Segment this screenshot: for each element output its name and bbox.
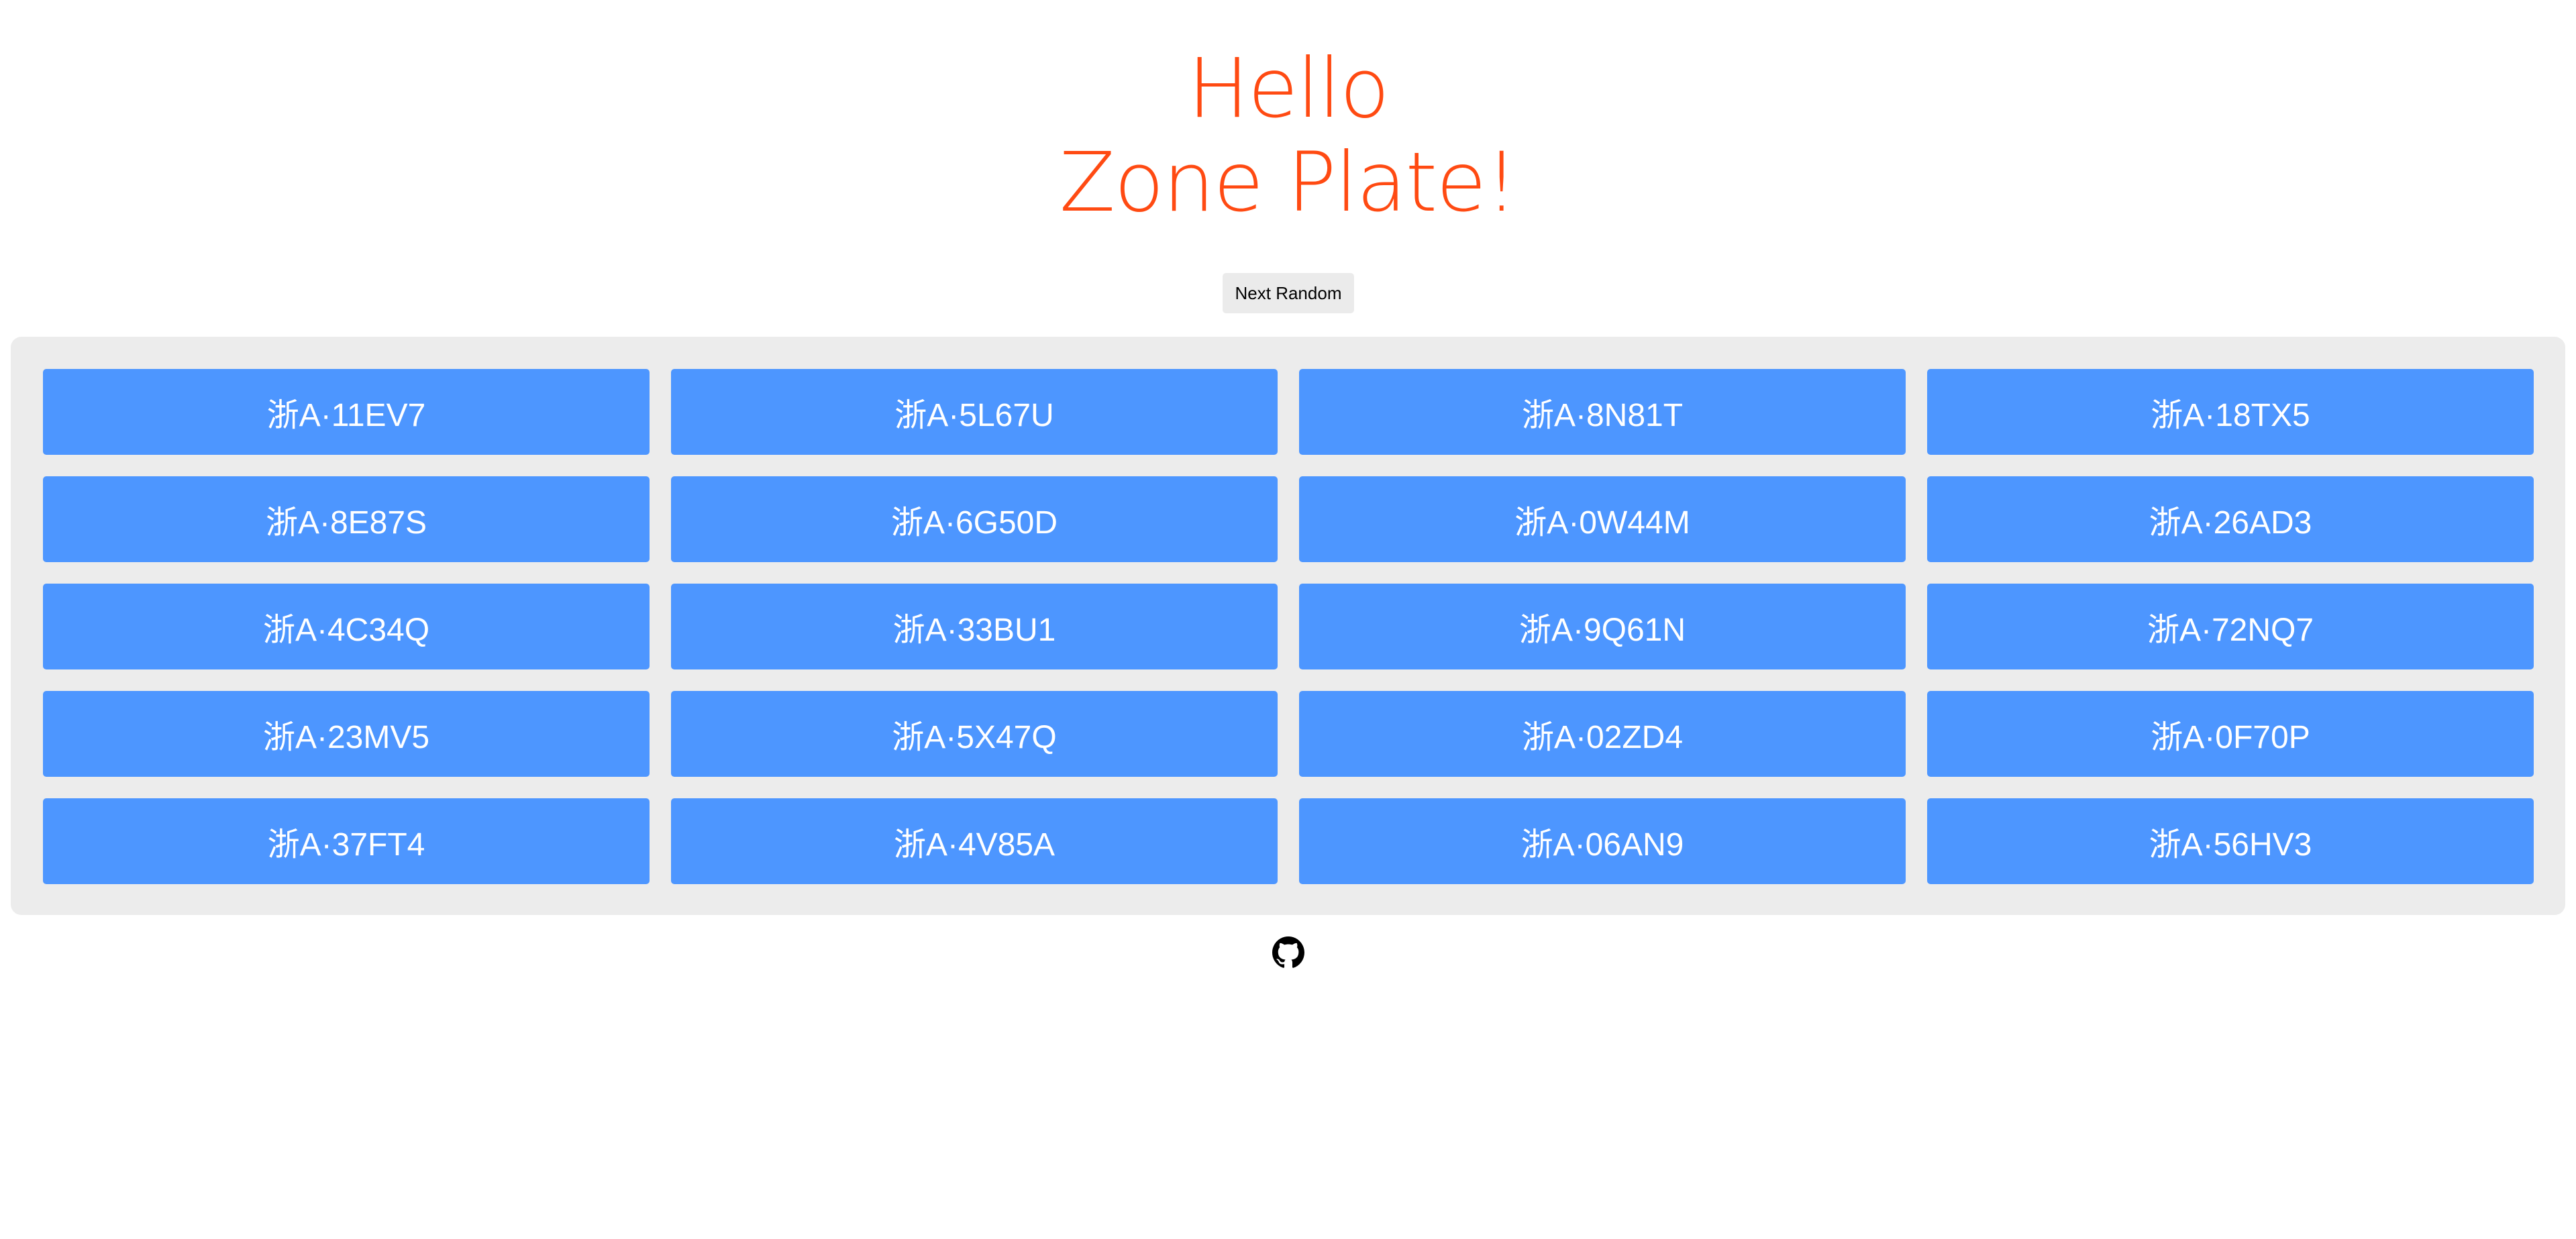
plates-grid: 浙A·11EV7 浙A·5L67U 浙A·8N81T 浙A·18TX5 浙A·8E87S… [43, 369, 2534, 884]
plate-tile[interactable]: 浙A·4V85A [671, 798, 1278, 884]
plate-tile[interactable]: 浙A·72NQ7 [1927, 584, 2534, 669]
plate-tile[interactable]: 浙A·4C34Q [43, 584, 650, 669]
plate-tile[interactable]: 浙A·11EV7 [43, 369, 650, 455]
plate-tile[interactable]: 浙A·5L67U [671, 369, 1278, 455]
page-title: Hello Zone Plate! [0, 42, 2576, 229]
github-icon [1272, 936, 1304, 968]
plate-tile[interactable]: 浙A·8E87S [43, 476, 650, 562]
plate-tile[interactable]: 浙A·56HV3 [1927, 798, 2534, 884]
plate-tile[interactable]: 浙A·18TX5 [1927, 369, 2534, 455]
plate-tile[interactable]: 浙A·06AN9 [1299, 798, 1906, 884]
plate-tile[interactable]: 浙A·02ZD4 [1299, 691, 1906, 777]
plate-tile[interactable]: 浙A·9Q61N [1299, 584, 1906, 669]
plate-tile[interactable]: 浙A·0W44M [1299, 476, 1906, 562]
plate-tile[interactable]: 浙A·8N81T [1299, 369, 1906, 455]
plate-tile[interactable]: 浙A·37FT4 [43, 798, 650, 884]
next-random-button[interactable]: Next Random [1223, 273, 1354, 313]
plate-tile[interactable]: 浙A·5X47Q [671, 691, 1278, 777]
page: Hello Zone Plate! Next Random 浙A·11EV7 浙A… [0, 0, 2576, 1239]
github-link[interactable] [1272, 936, 1304, 969]
plate-tile[interactable]: 浙A·33BU1 [671, 584, 1278, 669]
plate-tile[interactable]: 浙A·26AD3 [1927, 476, 2534, 562]
plates-panel: 浙A·11EV7 浙A·5L67U 浙A·8N81T 浙A·18TX5 浙A·8E87S… [11, 337, 2565, 915]
plate-tile[interactable]: 浙A·0F70P [1927, 691, 2534, 777]
title-line-hello: Hello [1187, 41, 1390, 136]
plate-tile[interactable]: 浙A·23MV5 [43, 691, 650, 777]
plate-tile[interactable]: 浙A·6G50D [671, 476, 1278, 562]
title-line-zone-plate: Zone Plate! [1059, 135, 1518, 230]
